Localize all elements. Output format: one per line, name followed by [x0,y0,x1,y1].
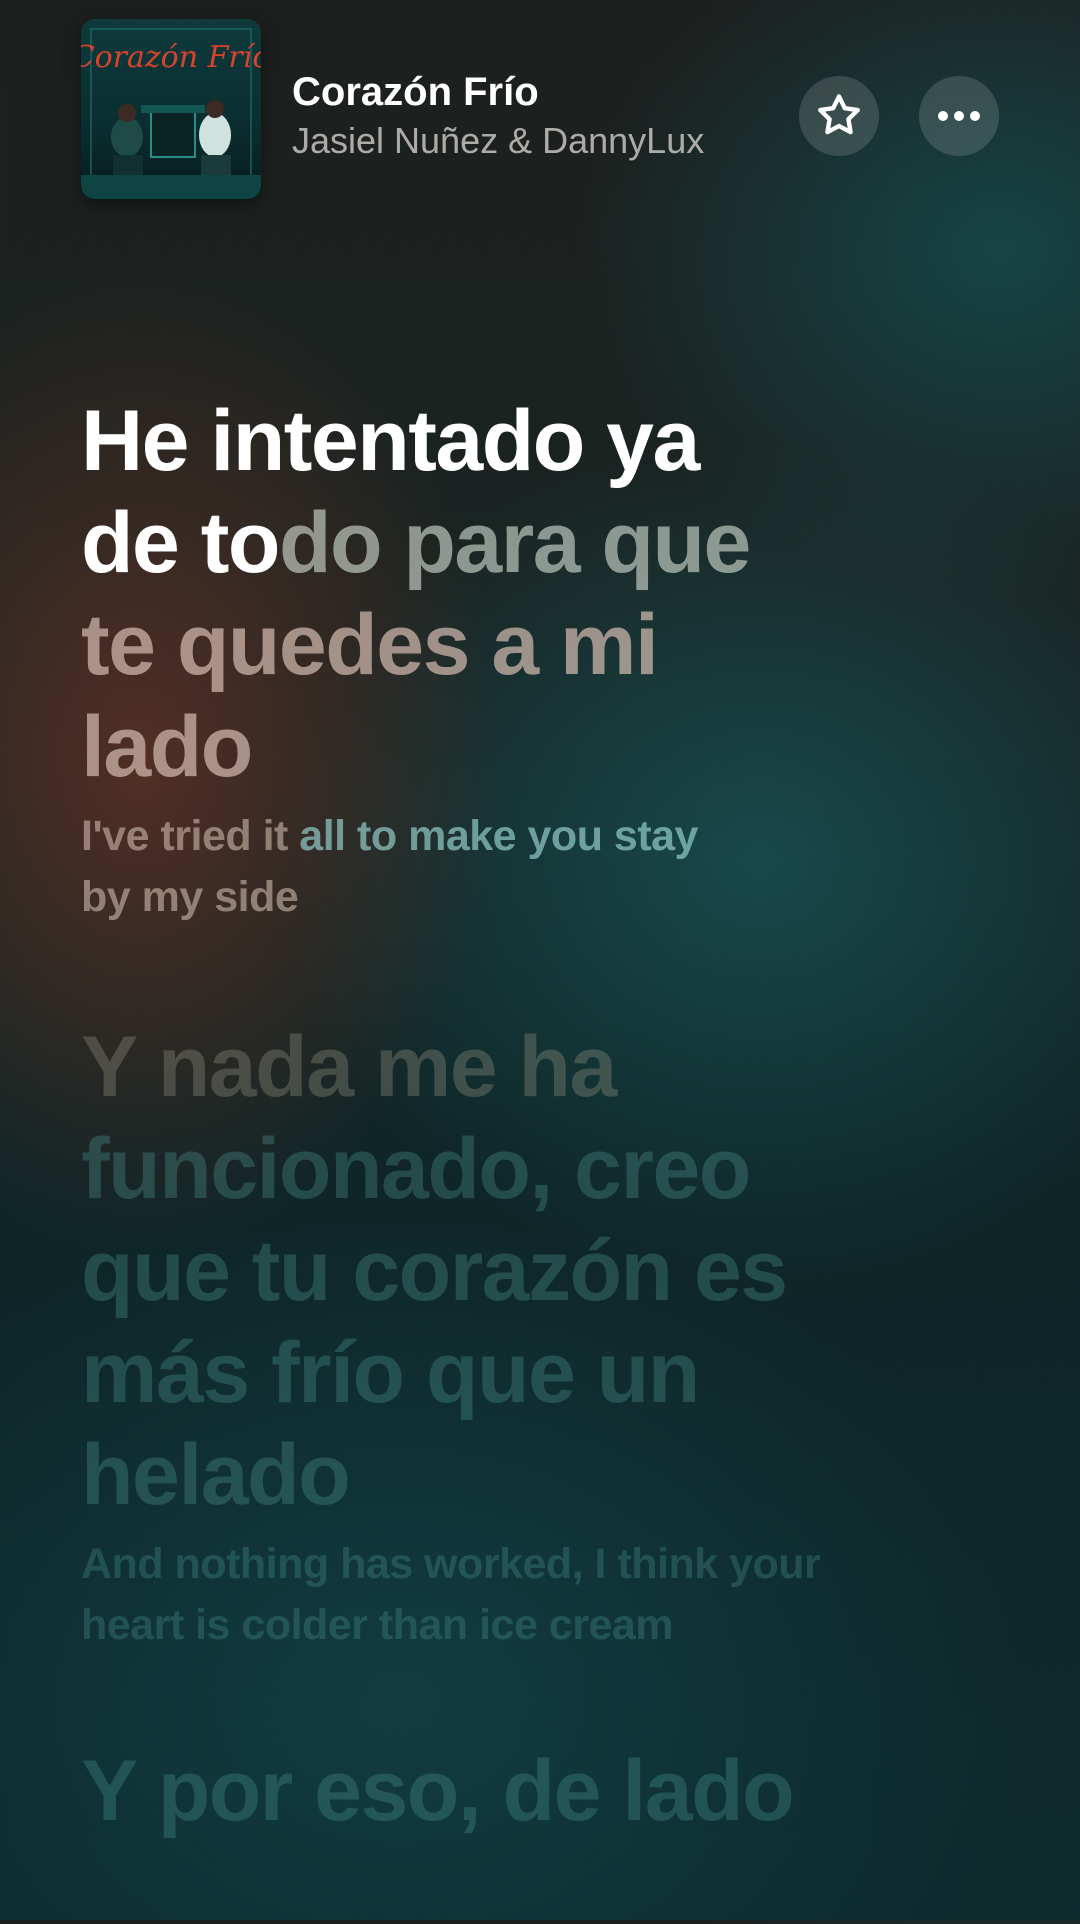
favorite-button[interactable] [799,76,879,156]
song-info[interactable]: Corazón Frío Jasiel Nuñez & DannyLux [292,66,772,164]
star-icon [818,94,860,135]
album-art[interactable]: Corazón Frío [81,19,261,199]
lyric-translation-active: I've tried it all to make you stay by my… [81,806,981,928]
lyric-line-next: Y nada me ha funcionado, creo que tu cor… [81,1016,841,1526]
ellipsis-icon [938,111,980,121]
lyric-line-active: He intentado ya de todo para que te qued… [81,390,981,798]
album-art-title: Corazón Frío [81,40,261,75]
song-artist: Jasiel Nuñez & DannyLux [292,120,705,161]
more-options-button[interactable] [919,76,999,156]
translation-text: all to make you stay [299,812,698,860]
lyric-sung-text: He intentado ya [81,393,700,489]
lyric-pending-text: do para que [278,495,751,591]
now-playing-header: Corazón Frío Corazón Frío Jasiel Nuñez &… [0,0,1080,220]
lyric-line-following: Y por eso, de lado [81,1743,795,1839]
lyrics-view[interactable]: He intentado ya de todo para que te qued… [81,390,981,1924]
song-title: Corazón Frío [292,70,539,114]
lyric-next-text: Y nada me ha [81,1019,617,1115]
lyric-block-active[interactable]: He intentado ya de todo para que te qued… [81,390,981,928]
lyric-translation-next: And nothing has worked, I think your hea… [81,1540,821,1649]
lyric-next-text: funcionado, creo que tu corazón es más f… [81,1121,788,1523]
translation-text: I've tried it [81,812,300,860]
lyric-block-next[interactable]: Y nada me ha funcionado, creo que tu cor… [81,1016,981,1656]
lyric-block-following[interactable]: Y por eso, de lado [81,1740,981,1842]
album-art-image: Corazón Frío [81,19,261,199]
lyric-pending-text: lado [81,699,253,795]
lyric-pending-text: te quedes a mi [81,597,659,693]
translation-text: by my side [81,873,299,921]
lyric-sung-text: de to [81,495,280,591]
